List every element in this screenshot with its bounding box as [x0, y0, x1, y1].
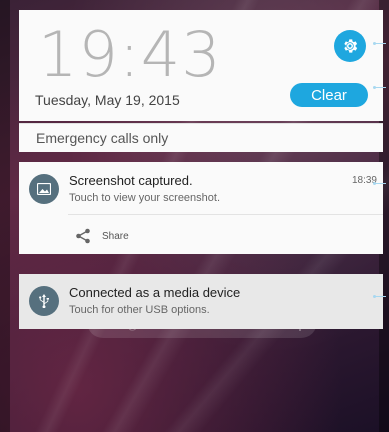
clock-panel: 19:43 Tuesday, May 19, 2015 Clear [19, 10, 383, 121]
emergency-calls-text: Emergency calls only [36, 130, 169, 146]
notification-subtitle: Touch to view your screenshot. [69, 192, 221, 204]
share-button[interactable]: Share [75, 226, 129, 246]
side-marker [373, 182, 386, 185]
notification-title: Connected as a media device [69, 285, 241, 300]
image-icon [29, 174, 59, 204]
usb-icon [29, 286, 59, 316]
gear-icon [344, 39, 358, 53]
share-label: Share [102, 230, 129, 242]
side-marker [373, 42, 386, 45]
side-marker [373, 86, 386, 89]
clock-date: Tuesday, May 19, 2015 [35, 92, 180, 108]
settings-button[interactable] [334, 30, 366, 62]
side-marker [373, 295, 386, 298]
screenshot-notification[interactable]: Screenshot captured. Touch to view your … [19, 162, 383, 254]
clock-time: 19:43 [38, 18, 222, 91]
left-edge-shadow [0, 0, 10, 432]
notification-divider [68, 214, 383, 215]
emergency-status-bar: Emergency calls only [19, 123, 383, 152]
usb-notification[interactable]: Connected as a media device Touch for ot… [19, 274, 383, 329]
share-icon [76, 228, 90, 244]
notification-title: Screenshot captured. [69, 173, 193, 188]
notification-subtitle: Touch for other USB options. [69, 304, 210, 316]
clear-button[interactable]: Clear [290, 83, 368, 107]
